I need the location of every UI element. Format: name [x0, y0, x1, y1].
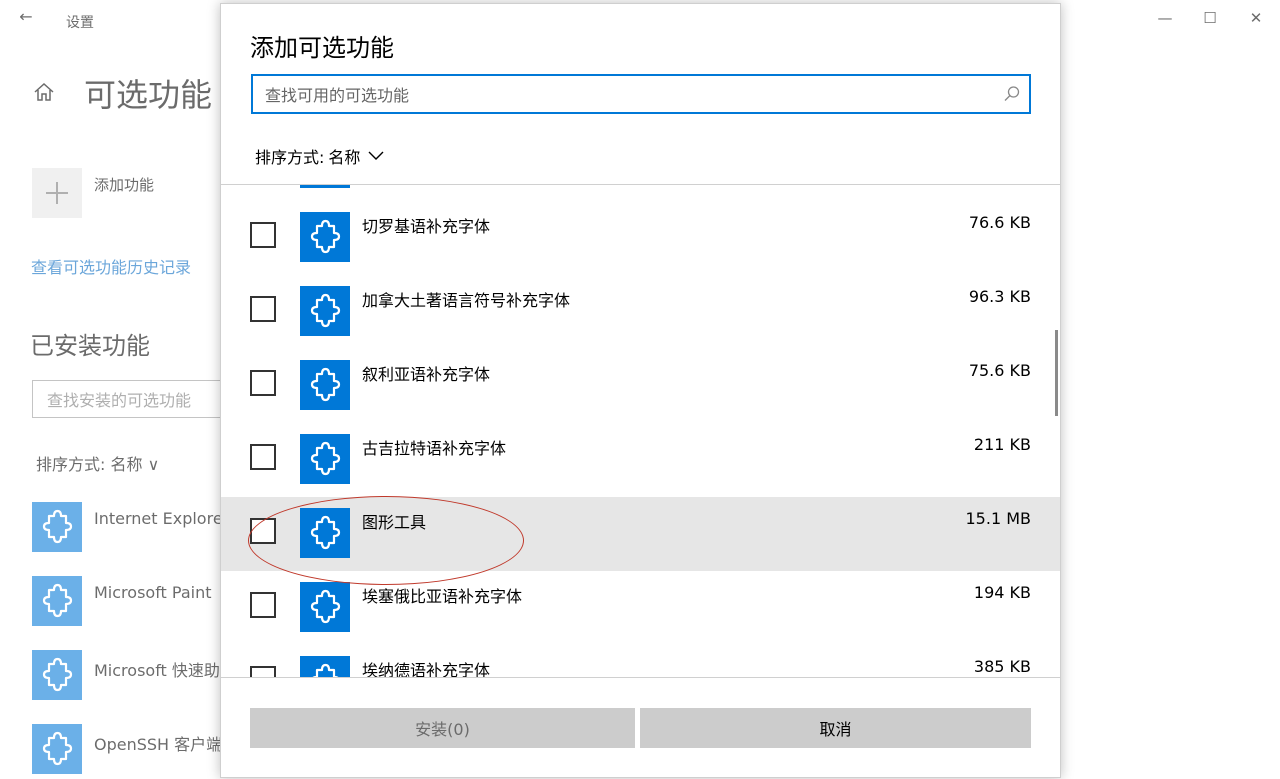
feature-row[interactable]: 切罗基语补充字体 76.6 KB: [221, 201, 1060, 275]
feature-search-input[interactable]: [263, 76, 987, 114]
feature-name: 古吉拉特语补充字体: [362, 439, 507, 458]
puzzle-piece-icon: [300, 360, 350, 410]
feature-size: 211 KB: [973, 435, 1031, 454]
feature-name: 图形工具: [362, 513, 427, 532]
puzzle-piece-icon: [300, 582, 350, 632]
feature-name: 埃塞俄比亚语补充字体: [362, 587, 523, 606]
feature-name: 切罗基语补充字体: [362, 217, 491, 236]
feature-size: 75.6 KB: [968, 361, 1031, 380]
feature-checkbox[interactable]: [250, 518, 276, 544]
feature-checkbox[interactable]: [250, 222, 276, 248]
feature-name: 加拿大土著语言符号补充字体: [362, 291, 571, 310]
puzzle-piece-icon: [300, 434, 350, 484]
puzzle-piece-icon: [300, 212, 350, 262]
feature-size: 96.3 KB: [968, 287, 1031, 306]
feature-checkbox[interactable]: [250, 296, 276, 322]
sort-label: 排序方式:: [255, 148, 325, 167]
feature-name: 叙利亚语补充字体: [362, 365, 491, 384]
puzzle-piece-icon: [300, 508, 350, 558]
feature-size: 194 KB: [973, 583, 1031, 602]
chevron-down-icon: [368, 151, 384, 160]
feature-list[interactable]: 切罗基语补充字体 76.6 KB 加拿大土著语言符号补充字体 96.3 KB 叙利亚语补…: [221, 185, 1060, 677]
puzzle-piece-icon: [300, 286, 350, 336]
add-optional-feature-dialog: 添加可选功能 排序方式: 名称 切罗基语补充字体 76.6 KB 加拿大土著语言符号…: [220, 3, 1061, 778]
cancel-button[interactable]: 取消: [640, 708, 1031, 748]
feature-checkbox[interactable]: [250, 370, 276, 396]
feature-row[interactable]: 埃纳德语补充字体 385 KB: [221, 645, 1060, 677]
install-button[interactable]: 安装(0): [250, 708, 635, 748]
feature-search-box[interactable]: [251, 74, 1031, 114]
feature-name: 埃纳德语补充字体: [362, 661, 491, 677]
feature-size: 76.6 KB: [968, 213, 1031, 232]
sort-dropdown[interactable]: 排序方式: 名称: [255, 144, 384, 168]
feature-row[interactable]: 加拿大土著语言符号补充字体 96.3 KB: [221, 275, 1060, 349]
feature-size: 15.1 MB: [965, 509, 1032, 528]
list-divider-bottom: [221, 677, 1060, 678]
feature-checkbox[interactable]: [250, 444, 276, 470]
feature-checkbox[interactable]: [250, 592, 276, 618]
feature-row[interactable]: 埃塞俄比亚语补充字体 194 KB: [221, 571, 1060, 645]
puzzle-piece-icon: [300, 185, 350, 188]
feature-row[interactable]: 古吉拉特语补充字体 211 KB: [221, 423, 1060, 497]
puzzle-piece-icon: [300, 656, 350, 677]
sort-value: 名称: [328, 148, 361, 167]
feature-row[interactable]: 图形工具 15.1 MB: [221, 497, 1060, 571]
feature-row[interactable]: [221, 185, 1060, 201]
list-scrollbar[interactable]: [1055, 330, 1058, 416]
dialog-title: 添加可选功能: [250, 34, 394, 62]
feature-row[interactable]: 叙利亚语补充字体 75.6 KB: [221, 349, 1060, 423]
feature-size: 385 KB: [973, 657, 1031, 676]
feature-checkbox[interactable]: [250, 666, 276, 677]
search-icon[interactable]: [1003, 85, 1021, 103]
